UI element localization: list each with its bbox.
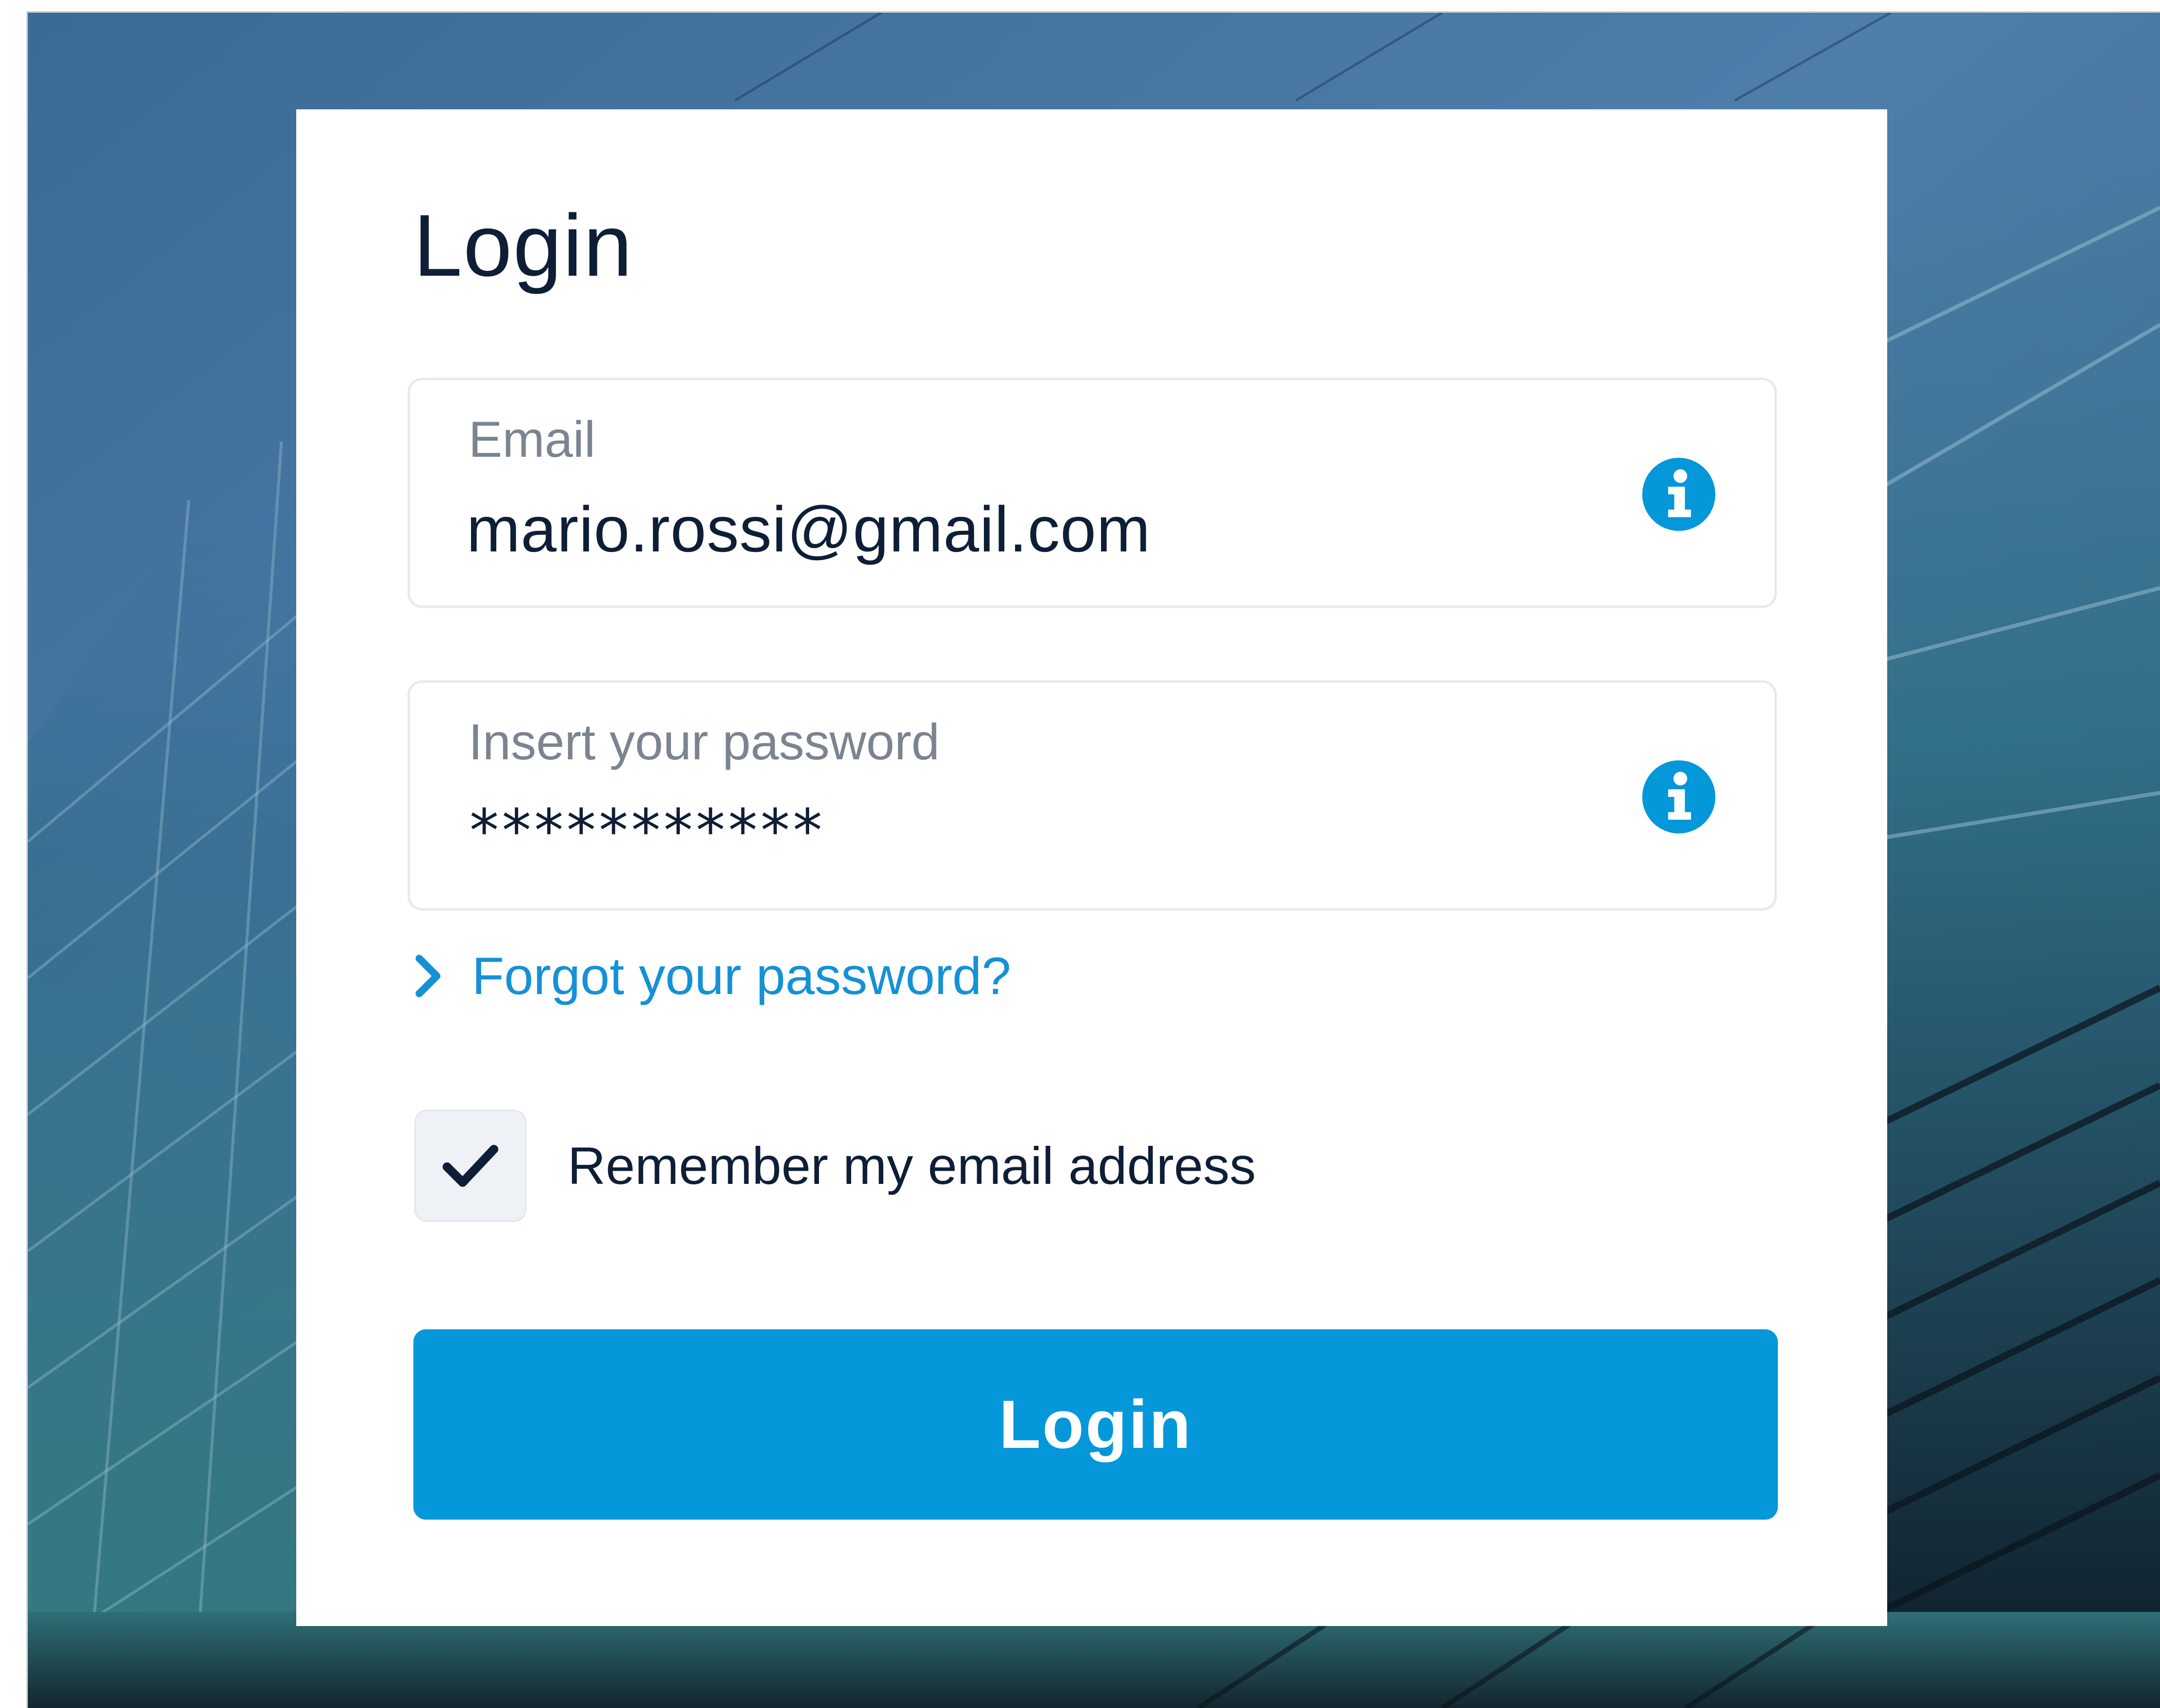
password-field-label: Insert your password: [469, 714, 940, 771]
email-field-label: Email: [469, 411, 596, 468]
page-title: Login: [413, 197, 633, 295]
email-input[interactable]: mario.rossi@gmail.com: [467, 497, 1151, 562]
password-field[interactable]: Insert your password ***********: [408, 680, 1777, 911]
email-field[interactable]: Email mario.rossi@gmail.com: [408, 378, 1777, 608]
forgot-password-label: Forgot your password?: [472, 946, 1011, 1005]
remember-email-checkbox[interactable]: [414, 1110, 527, 1222]
login-button[interactable]: Login: [413, 1329, 1778, 1520]
login-card: Login Email mario.rossi@gmail.com Insert…: [296, 109, 1887, 1626]
info-icon[interactable]: [1641, 456, 1717, 532]
remember-email-label: Remember my email address: [568, 1136, 1256, 1195]
password-input[interactable]: ***********: [467, 802, 825, 861]
remember-email-row: Remember my email address: [414, 1110, 1256, 1222]
chevron-right-icon: [415, 955, 441, 997]
checkmark-icon: [443, 1145, 498, 1187]
forgot-password-link[interactable]: Forgot your password?: [413, 950, 1011, 1002]
info-icon[interactable]: [1641, 759, 1717, 835]
login-screen: Login Email mario.rossi@gmail.com Insert…: [26, 11, 2160, 1708]
